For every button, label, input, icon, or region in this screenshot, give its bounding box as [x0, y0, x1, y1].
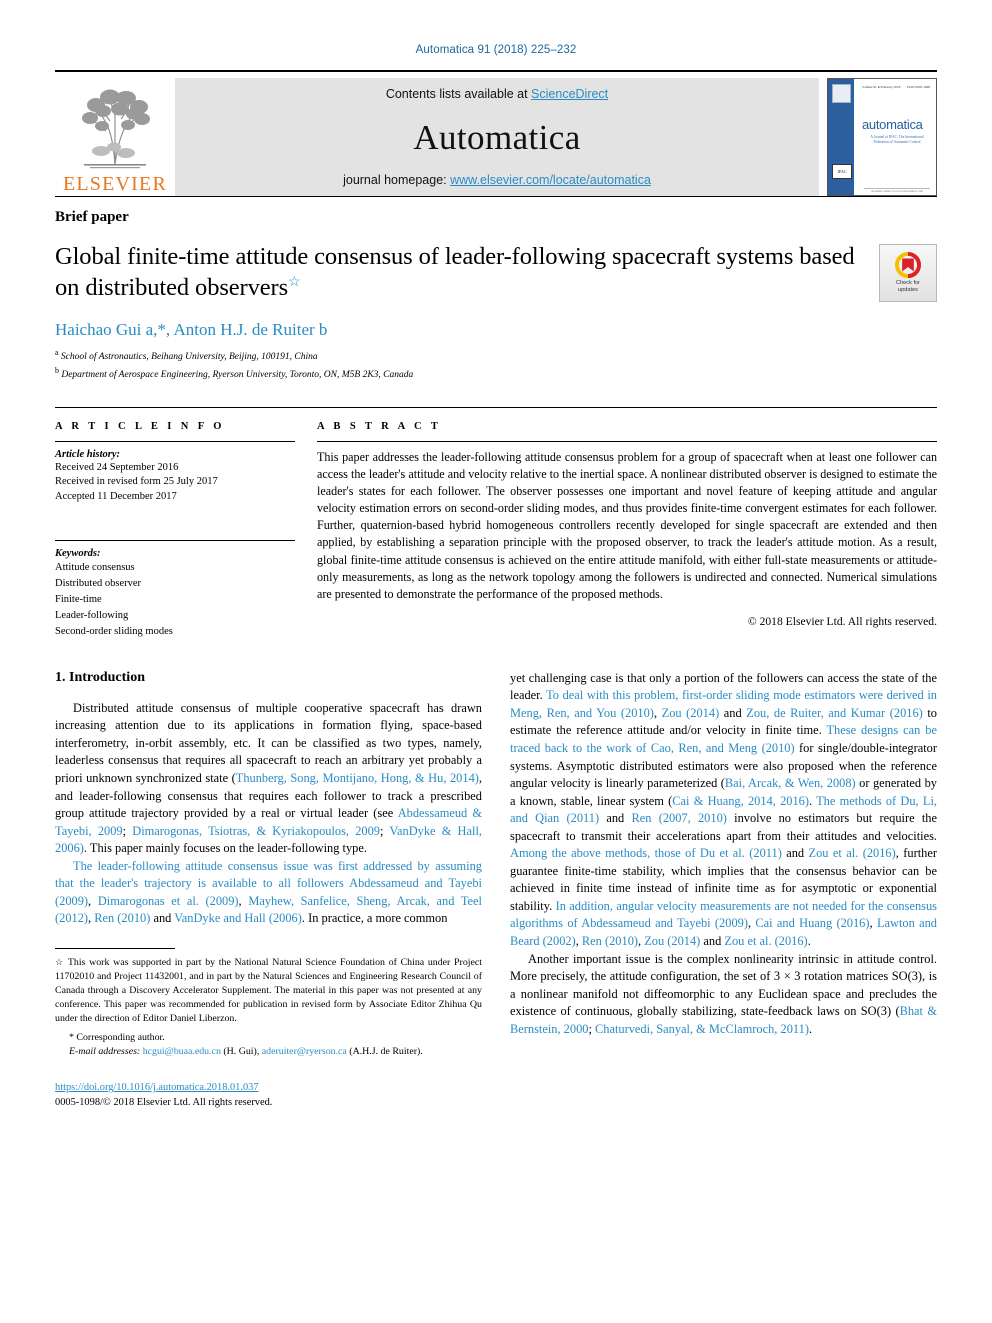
keyword-item: Attitude consensus	[55, 562, 135, 574]
keyword-item: Leader-following	[55, 609, 129, 621]
footnote-corresponding-text: Corresponding author.	[76, 1032, 165, 1044]
affiliation-2-text: Department of Aerospace Engineering, Rye…	[61, 369, 414, 380]
keywords-rule	[55, 540, 295, 542]
footnote-corresponding-marker: *	[69, 1032, 74, 1044]
affiliation-1-marker: a	[55, 347, 59, 357]
body-column-right: yet challenging case is that only a port…	[510, 670, 937, 1111]
footnotes-block: ☆ This work was supported in part by the…	[55, 942, 482, 1111]
journal-title: Automatica	[413, 117, 581, 157]
affiliation-1-text: School of Astronautics, Beihang Universi…	[60, 351, 318, 362]
cover-ifac-badge: IFAC	[832, 164, 852, 179]
issn-copyright-line: 0005-1098/© 2018 Elsevier Ltd. All right…	[55, 1096, 273, 1108]
cover-publisher-badge	[832, 84, 851, 103]
doi-link[interactable]: https://doi.org/10.1016/j.automatica.201…	[55, 1082, 259, 1093]
elsevier-wordmark: ELSEVIER	[62, 173, 168, 195]
abstract-column: A B S T R A C T This paper addresses the…	[317, 421, 937, 640]
cover-volume-right: ISSN 0005-1098	[907, 85, 930, 89]
cover-footer-caption: Available online at www.sciencedirect.co…	[871, 189, 923, 193]
footnote-corresponding: * Corresponding author.	[55, 1031, 482, 1045]
abstract-text: This paper addresses the leader-followin…	[317, 449, 937, 601]
article-history-line: Received 24 September 2016	[55, 461, 179, 473]
abstract-label: A B S T R A C T	[317, 420, 442, 432]
article-info-label: A R T I C L E I N F O	[55, 420, 225, 432]
footnote-funding-text: This work was supported in part by the N…	[55, 956, 483, 1025]
contents-line: Contents lists available at ScienceDirec…	[386, 87, 608, 101]
info-abstract-section: A R T I C L E I N F O Article history: R…	[55, 406, 937, 640]
page-title: Global finite-time attitude consensus of…	[55, 242, 861, 304]
footnote-funding-marker: ☆	[55, 956, 65, 967]
body-columns: 1. Introduction Distributed attitude con…	[55, 670, 937, 1111]
article-info-column: A R T I C L E I N F O Article history: R…	[55, 421, 317, 640]
paper-title-text: Global finite-time attitude consensus of…	[55, 243, 855, 301]
section-heading-introduction: 1. Introduction	[55, 669, 145, 685]
email-link-2[interactable]: aderuiter@ryerson.ca	[262, 1046, 347, 1057]
article-history-line: Accepted 11 December 2017	[55, 490, 177, 502]
footnote-funding: ☆ This work was supported in part by the…	[55, 956, 482, 1026]
affiliation-2: b Department of Aerospace Engineering, R…	[55, 365, 861, 383]
keywords-heading: Keywords:	[55, 548, 101, 560]
affiliation-1: a School of Astronautics, Beihang Univer…	[55, 347, 861, 365]
abstract-rule	[317, 440, 937, 442]
affiliation-2-marker: b	[55, 365, 59, 375]
body-paragraph: Another important issue is the complex n…	[510, 951, 937, 1036]
doi-block: https://doi.org/10.1016/j.automatica.201…	[55, 1081, 482, 1110]
journal-band: Contents lists available at ScienceDirec…	[175, 78, 819, 196]
cover-volume-line: Volume 91 ● February 2018 ISSN 0005-1098	[862, 85, 930, 89]
article-type-label: Brief paper	[55, 209, 129, 225]
body-paragraph: The leader-following attitude consensus …	[55, 858, 482, 926]
email-label: E-mail addresses:	[69, 1046, 141, 1058]
email-link-1[interactable]: hcgui@buaa.edu.cn	[143, 1046, 221, 1057]
footnote-rule	[55, 947, 175, 949]
contents-prefix: Contents lists available at	[385, 87, 532, 101]
cover-journal-title: automatica	[862, 117, 923, 132]
copyright-line: © 2018 Elsevier Ltd. All rights reserved…	[747, 615, 937, 629]
keyword-item: Finite-time	[55, 593, 102, 605]
crossmark-line2: updates	[898, 287, 918, 293]
email-owner-1: (H. Gui)	[223, 1046, 257, 1058]
elsevier-logo: ELSEVIER	[55, 78, 175, 196]
author-names: Haichao Gui a,*, Anton H.J. de Ruiter b	[55, 319, 328, 339]
body-paragraph: Distributed attitude consensus of multip…	[55, 700, 483, 856]
cover-journal-subtitle: A Journal of IFAC, The International Fed…	[870, 135, 924, 145]
body-column-left: 1. Introduction Distributed attitude con…	[55, 670, 482, 1111]
journal-homepage-link[interactable]: www.elsevier.com/locate/automatica	[450, 173, 651, 187]
article-history-line: Received in revised form 25 July 2017	[55, 476, 218, 488]
body-paragraph: yet challenging case is that only a port…	[510, 670, 937, 948]
sciencedirect-link[interactable]: ScienceDirect	[531, 87, 608, 101]
article-info-rule	[55, 440, 295, 442]
email-owner-2: (A.H.J. de Ruiter).	[349, 1046, 423, 1058]
crossmark-badge[interactable]: Check for updates	[879, 244, 937, 302]
article-history-heading: Article history:	[55, 448, 121, 460]
crossmark-label: Check for updates	[896, 280, 920, 294]
homepage-prefix: journal homepage:	[343, 173, 451, 187]
crossmark-line1: Check for	[896, 280, 920, 287]
journal-masthead: ELSEVIER Contents lists available at Sci…	[55, 70, 937, 196]
elsevier-tree-icon	[76, 85, 154, 173]
journal-cover-thumbnail: IFAC Volume 91 ● February 2018 ISSN 0005…	[827, 78, 937, 196]
article-head: Brief paper Global finite-time attitude …	[55, 196, 937, 383]
journal-homepage-line: journal homepage: www.elsevier.com/locat…	[343, 173, 651, 187]
cover-volume-left: Volume 91 ● February 2018	[862, 85, 901, 89]
keyword-item: Second-order sliding modes	[55, 625, 173, 637]
title-footnote-marker: ☆	[288, 274, 301, 290]
keyword-item: Distributed observer	[55, 577, 142, 589]
crossmark-icon	[895, 252, 921, 279]
author-list: Haichao Gui a,*, Anton H.J. de Ruiter b	[55, 320, 861, 340]
running-head: Automatica 91 (2018) 225–232	[415, 44, 577, 56]
footnote-emails: E-mail addresses: hcgui@buaa.edu.cn (H. …	[69, 1046, 423, 1058]
paper-page: Automatica 91 (2018) 225–232 ELSEVIER Co…	[0, 0, 992, 1323]
